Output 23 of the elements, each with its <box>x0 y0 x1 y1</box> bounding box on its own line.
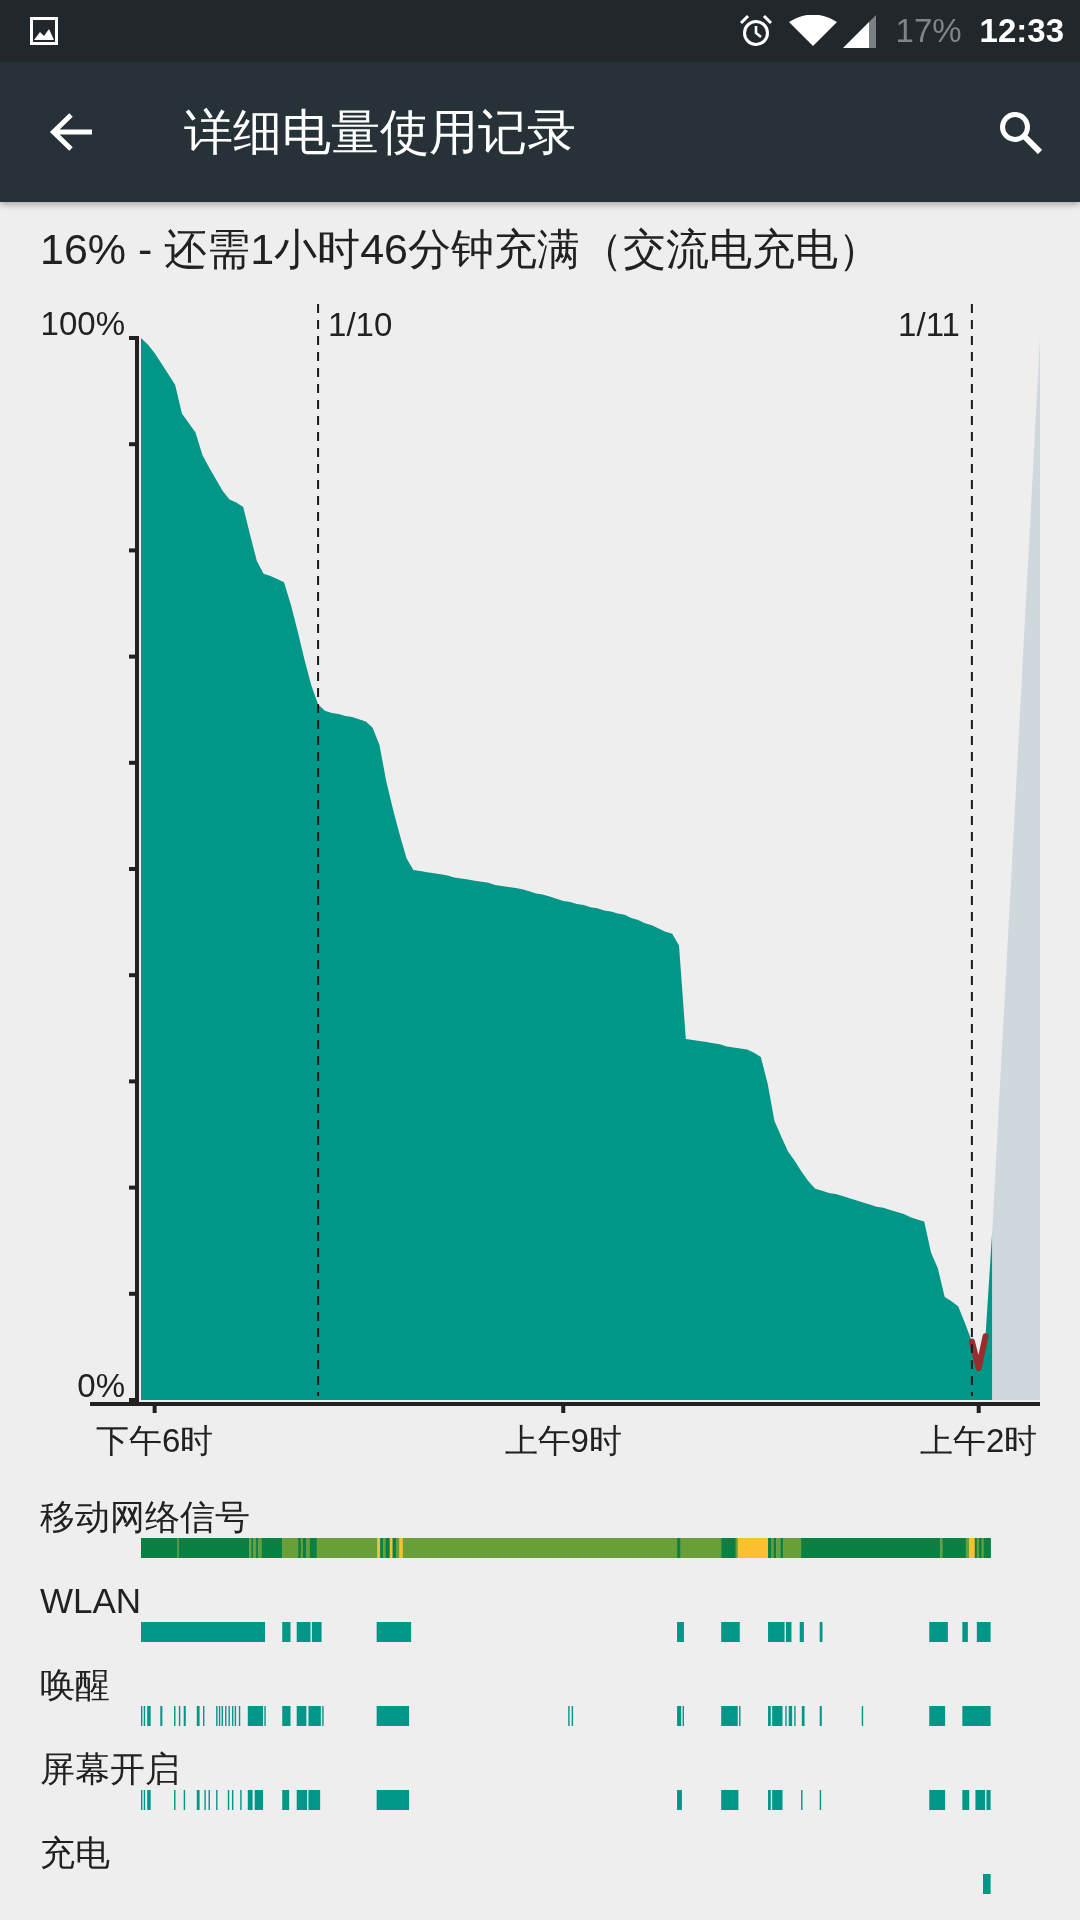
track-label: 移动网络信号 <box>40 1496 250 1538</box>
back-arrow-icon[interactable] <box>49 113 93 151</box>
date-label: 1/11 <box>898 306 960 343</box>
alarm-clock-icon <box>738 14 773 48</box>
axis-label: 上午2时 <box>920 1422 1038 1459</box>
image-icon <box>30 17 58 45</box>
axis-label: 上午9时 <box>504 1422 622 1459</box>
track-label: 充电 <box>40 1832 110 1874</box>
track-label: 屏幕开启 <box>40 1748 180 1790</box>
axis-label: 下午6时 <box>95 1422 214 1459</box>
battery-percent: 17% <box>895 11 962 51</box>
date-label: 1/10 <box>328 306 393 343</box>
track-label: WLAN <box>40 1580 142 1622</box>
axis-label: 100% <box>40 305 125 342</box>
clock-time: 12:33 <box>979 11 1064 51</box>
screen-title: 详细电量使用记录 <box>184 104 576 161</box>
charge-status-text: 16% - 还需1小时46分钟充满（交流电充电） <box>40 224 882 275</box>
track-label: 唤醒 <box>40 1664 110 1706</box>
wifi-icon <box>788 15 837 47</box>
axis-label: 0% <box>77 1367 125 1404</box>
signal-icon <box>841 14 876 48</box>
search-icon[interactable] <box>998 110 1042 154</box>
charging-activity-drawing <box>983 1874 991 1894</box>
